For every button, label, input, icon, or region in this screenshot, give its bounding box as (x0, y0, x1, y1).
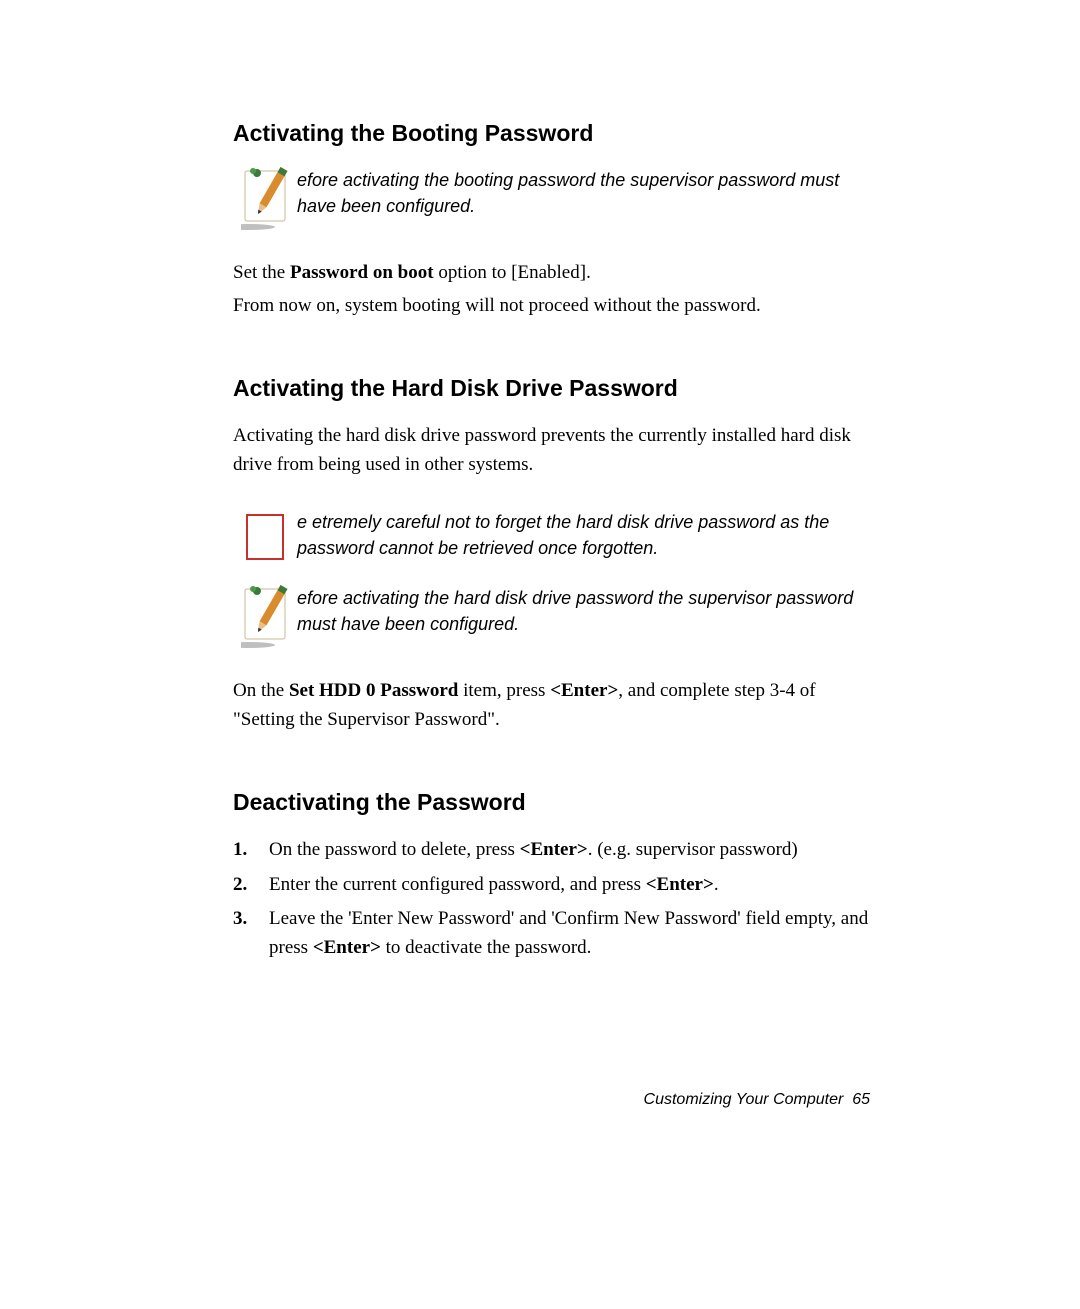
step-number: 3. (233, 905, 269, 962)
note-text: efore activating the hard disk drive pas… (297, 585, 870, 637)
text-fragment: . (714, 874, 719, 895)
text-fragment: . (e.g. supervisor password) (588, 839, 798, 860)
body-line: On the Set HDD 0 Password item, press <E… (233, 677, 870, 734)
text-fragment: Enter the current configured password, a… (269, 874, 646, 895)
body-line-2: From now on, system booting will not pro… (233, 292, 870, 321)
text-fragment: to deactivate the password. (381, 937, 592, 958)
steps-list: 1. On the password to delete, press <Ent… (233, 836, 870, 962)
step-number: 2. (233, 871, 269, 900)
note-row: efore activating the hard disk drive pas… (233, 585, 870, 649)
intro-text: Activating the hard disk drive password … (233, 422, 870, 479)
note-text: e etremely careful not to forget the har… (297, 509, 870, 561)
section-hdd-password: Activating the Hard Disk Drive Password … (233, 375, 870, 734)
note-text: efore activating the booting password th… (297, 167, 870, 219)
body-line-1: Set the Password on boot option to [Enab… (233, 259, 870, 288)
step-number: 1. (233, 836, 269, 865)
step-text: Leave the 'Enter New Password' and 'Conf… (269, 905, 870, 962)
document-page: Activating the Booting Password efore a (0, 0, 1080, 1309)
note-row: efore activating the booting password th… (233, 167, 870, 231)
text-fragment: On the (233, 680, 289, 701)
section-deactivate: Deactivating the Password 1. On the pass… (233, 789, 870, 962)
section-booting-password: Activating the Booting Password efore a (233, 120, 870, 320)
text-bold: Password on boot (290, 262, 434, 283)
list-item: 2. Enter the current configured password… (233, 871, 870, 900)
step-text: On the password to delete, press <Enter>… (269, 836, 870, 865)
text-fragment: On the password to delete, press (269, 839, 520, 860)
text-bold: <Enter> (520, 839, 588, 860)
footer-title: Customizing Your Computer (644, 1091, 844, 1108)
heading-hdd: Activating the Hard Disk Drive Password (233, 375, 870, 402)
body-text: On the Set HDD 0 Password item, press <E… (233, 677, 870, 734)
body-text: Set the Password on boot option to [Enab… (233, 259, 870, 320)
page-footer: Customizing Your Computer 65 (644, 1091, 870, 1109)
heading-deactivate: Deactivating the Password (233, 789, 870, 816)
step-text: Enter the current configured password, a… (269, 871, 870, 900)
text-bold: <Enter> (550, 680, 618, 701)
footer-page-number: 65 (852, 1091, 870, 1108)
note-pencil-icon (233, 585, 297, 649)
caution-box-icon (233, 509, 297, 565)
text-bold: <Enter> (646, 874, 714, 895)
note-row-caution: e etremely careful not to forget the har… (233, 509, 870, 565)
text-fragment: Set the (233, 262, 290, 283)
text-bold: <Enter> (313, 937, 381, 958)
heading-booting: Activating the Booting Password (233, 120, 870, 147)
note-pencil-icon (233, 167, 297, 231)
list-item: 3. Leave the 'Enter New Password' and 'C… (233, 905, 870, 962)
text-fragment: option to [Enabled]. (434, 262, 591, 283)
text-bold: Set HDD 0 Password (289, 680, 458, 701)
list-item: 1. On the password to delete, press <Ent… (233, 836, 870, 865)
text-fragment: item, press (458, 680, 550, 701)
